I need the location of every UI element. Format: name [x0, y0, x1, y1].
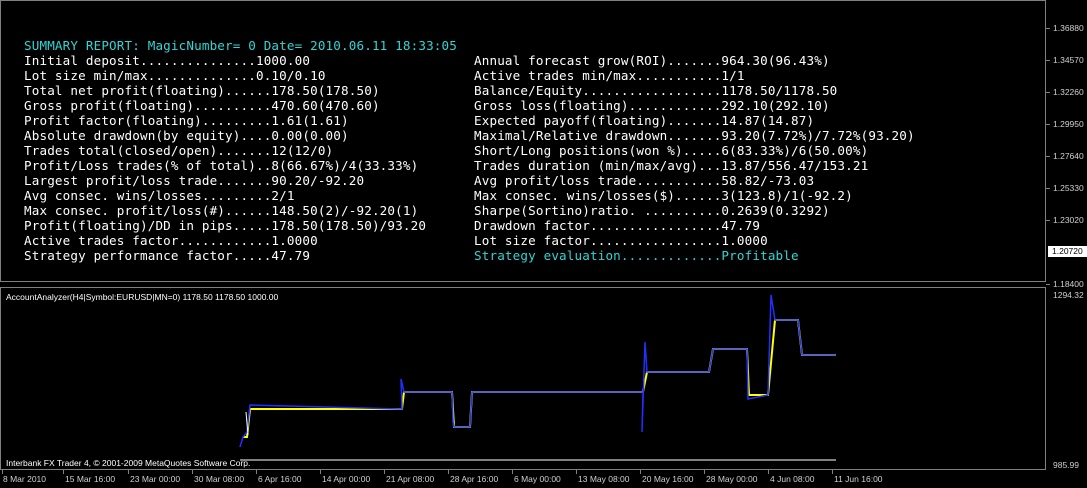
report-header: SUMMARY REPORT: MagicNumber= 0 Date= 201…: [24, 38, 457, 53]
report-left-line: Total net profit(floating)......178.50(1…: [24, 83, 380, 98]
price-tick-label: 1.36880: [1053, 23, 1084, 33]
report-right-line: Gross loss(floating)............292.10(2…: [474, 98, 830, 113]
date-tick-label: 6 Apr 16:00: [258, 474, 302, 484]
price-tick-label: 1.27640: [1053, 151, 1084, 161]
price-tick-mark: [1046, 220, 1050, 221]
price-tick-label: 1.18400: [1053, 279, 1084, 289]
date-tick-mark: [384, 470, 385, 474]
price-tick-mark: [1046, 28, 1050, 29]
report-right-line: Active trades min/max...........1/1: [474, 68, 745, 83]
price-tick-label: 1.23020: [1053, 215, 1084, 225]
date-tick-label: 23 Mar 00:00: [130, 474, 181, 484]
date-tick-label: 20 May 16:00: [642, 474, 694, 484]
report-left-line: Active trades factor............1.0000: [24, 233, 318, 248]
date-tick-label: 28 May 00:00: [706, 474, 758, 484]
date-tick-mark: [704, 470, 705, 474]
report-right-line: Sharpe(Sortino)ratio. ..........0.2639(0…: [474, 203, 830, 218]
date-tick-mark: [576, 470, 577, 474]
indicator-scale-bottom: 985.99: [1053, 460, 1079, 470]
date-tick-mark: [832, 470, 833, 474]
report-left-line: Lot size min/max..............0.10/0.10: [24, 68, 326, 83]
date-tick-mark: [512, 470, 513, 474]
price-tick-label: 1.29950: [1053, 119, 1084, 129]
price-tick-mark: [1046, 156, 1050, 157]
report-left-line: Gross profit(floating)..........470.60(4…: [24, 98, 380, 113]
report-left-line: Initial deposit...............1000.00: [24, 53, 311, 68]
report-left-line: Profit/Loss trades(% of total)..8(66.67%…: [24, 158, 419, 173]
report-right-line: Annual forecast grow(ROI).......964.30(9…: [474, 53, 830, 68]
date-tick-label: 8 Mar 2010: [3, 474, 46, 484]
price-tick-mark: [1046, 92, 1050, 93]
date-tick-label: 14 Apr 00:00: [322, 474, 371, 484]
price-tick-label: 1.34570: [1053, 55, 1084, 65]
report-right-line: Lot size factor.................1.0000: [474, 233, 768, 248]
price-tick-label: 1.32260: [1053, 87, 1084, 97]
date-tick-label: 4 Jun 08:00: [770, 474, 815, 484]
date-tick-label: 13 May 08:00: [578, 474, 630, 484]
report-right-line: Avg profit/loss trade...........58.82/-7…: [474, 173, 815, 188]
equity-line: [239, 294, 836, 448]
report-left-line: Profit factor(floating).........1.61(1.6…: [24, 113, 349, 128]
current-price-marker: 1.20720: [1048, 246, 1087, 257]
report-right-line: Maximal/Relative drawdown.......93.20(7.…: [474, 128, 915, 143]
report-right-line: Trades duration (min/max/avg)...13.87/55…: [474, 158, 869, 173]
price-tick-label: 1.25330: [1053, 183, 1084, 193]
date-tick-mark: [448, 470, 449, 474]
date-tick-mark: [128, 470, 129, 474]
date-tick-mark: [320, 470, 321, 474]
date-tick-label: 15 Mar 16:00: [65, 474, 116, 484]
report-left-line: Avg consec. wins/losses.........2/1: [24, 188, 295, 203]
report-left-line: Absolute drawdown(by equity)....0.00(0.0…: [24, 128, 349, 143]
date-tick-label: 11 Jun 16:00: [834, 474, 883, 484]
report-left-line: Strategy performance factor.....47.79: [24, 248, 311, 263]
date-tick-mark: [256, 470, 257, 474]
report-left-line: Profit(floating)/DD in pips.....178.50(1…: [24, 218, 427, 233]
report-right-line: Expected payoff(floating).......14.87(14…: [474, 113, 815, 128]
price-tick-mark: [1046, 188, 1050, 189]
report-left-line: Trades total(closed/open).......12(12/0): [24, 143, 334, 158]
price-tick-mark: [1046, 60, 1050, 61]
report-right-line: Max consec. wins/losses($)......3(123.8)…: [474, 188, 853, 203]
price-tick-mark: [1046, 284, 1050, 285]
report-right-line: Short/Long positions(won %).....6(83.33%…: [474, 143, 869, 158]
date-tick-label: 6 May 00:00: [514, 474, 561, 484]
report-left-line: Max consec. profit/loss(#)......148.50(2…: [24, 203, 419, 218]
date-tick-label: 28 Apr 16:00: [450, 474, 499, 484]
date-tick-mark: [192, 470, 193, 474]
price-tick-mark: [1046, 124, 1050, 125]
price-scale[interactable]: [1046, 0, 1087, 470]
report-left-line: Largest profit/loss trade.......90.20/-9…: [24, 173, 365, 188]
strategy-evaluation: Strategy evaluation.............Profitab…: [474, 248, 799, 263]
report-right-line: Balance/Equity..................1178.50/…: [474, 83, 838, 98]
date-tick-label: 30 Mar 08:00: [194, 474, 245, 484]
copyright-text: Interbank FX Trader 4, © 2001-2009 MetaQ…: [6, 458, 251, 468]
report-right-line: Drawdown factor.................47.79: [474, 218, 761, 233]
date-tick-mark: [640, 470, 641, 474]
date-tick-mark: [63, 470, 64, 474]
indicator-scale-top: 1294.32: [1053, 290, 1084, 300]
equity-balance-chart: [239, 294, 836, 461]
date-tick-label: 21 Apr 08:00: [386, 474, 435, 484]
date-tick-mark: [768, 470, 769, 474]
